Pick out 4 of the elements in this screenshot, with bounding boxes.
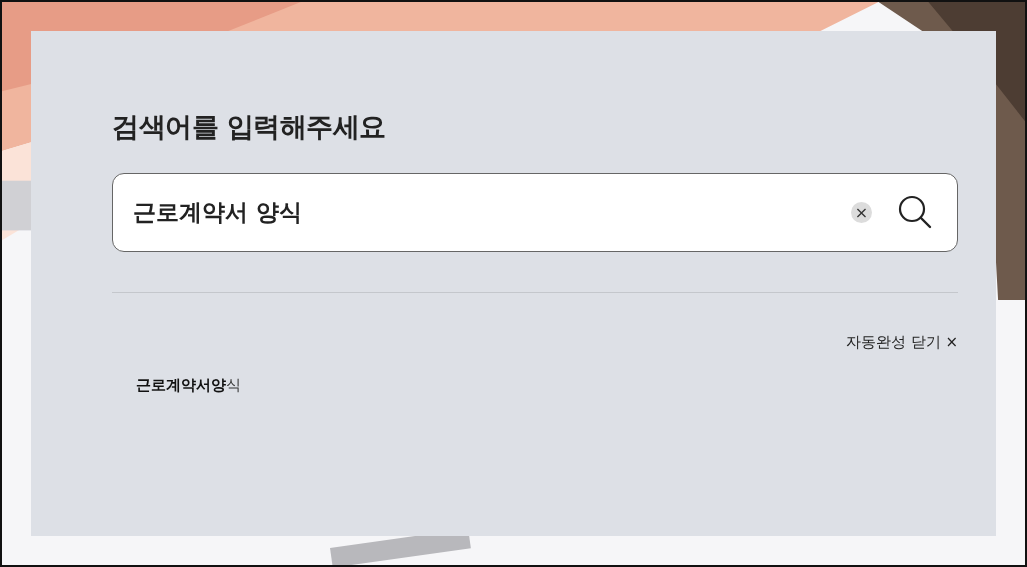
close-autocomplete-button[interactable]: 자동완성 닫기 × bbox=[845, 333, 958, 352]
panel-title: 검색어를 입력해주세요 bbox=[112, 110, 387, 144]
suggestion-item[interactable]: 근로계약서양식 bbox=[136, 376, 958, 395]
search-button[interactable] bbox=[898, 195, 932, 229]
